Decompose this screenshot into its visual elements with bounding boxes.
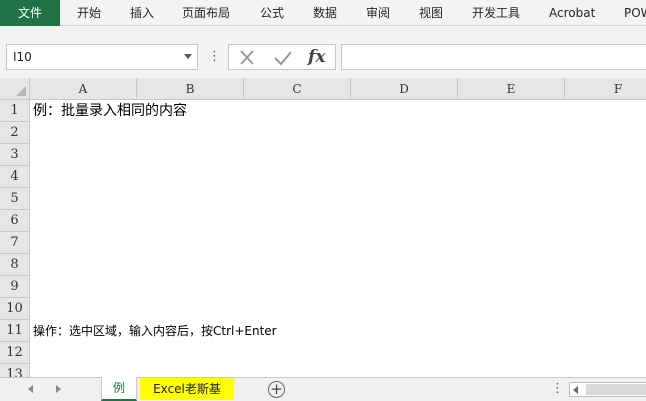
ribbon-tabs: 文件 开始 插入 页面布局 公式 数据 审阅 视图 开发工具 Acrobat P… xyxy=(0,0,646,26)
row-header-12[interactable]: 12 xyxy=(0,342,30,364)
tab-page-layout[interactable]: 页面布局 xyxy=(182,0,230,26)
worksheet-grid[interactable]: A B C D E F 1 2 3 4 5 6 7 8 9 10 11 12 1… xyxy=(0,78,646,377)
scroll-tabs-left-icon[interactable] xyxy=(28,385,33,393)
sheet-tab-excel-laosiji[interactable]: Excel老斯基 xyxy=(140,378,234,400)
row-header-6[interactable]: 6 xyxy=(0,210,30,232)
row-header-8[interactable]: 8 xyxy=(0,254,30,276)
formula-input[interactable] xyxy=(341,44,646,70)
scroll-tabs-right-icon[interactable] xyxy=(56,385,61,393)
row-header-3[interactable]: 3 xyxy=(0,144,30,166)
insert-function-icon[interactable]: fx xyxy=(308,44,325,70)
scrollbar-thumb[interactable] xyxy=(586,384,646,395)
chevron-down-icon[interactable] xyxy=(184,54,192,59)
row-header-9[interactable]: 9 xyxy=(0,276,30,298)
column-header-a[interactable]: A xyxy=(30,78,137,100)
tab-insert[interactable]: 插入 xyxy=(130,0,154,26)
scroll-left-icon[interactable] xyxy=(573,386,578,394)
row-header-1[interactable]: 1 xyxy=(0,100,30,122)
enter-check-icon[interactable] xyxy=(271,47,295,69)
tab-acrobat[interactable]: Acrobat xyxy=(549,0,595,26)
cancel-x-icon[interactable] xyxy=(235,47,259,69)
horizontal-scrollbar[interactable] xyxy=(569,382,646,397)
row-header-7[interactable]: 7 xyxy=(0,232,30,254)
tab-developer[interactable]: 开发工具 xyxy=(472,0,520,26)
row-header-10[interactable]: 10 xyxy=(0,298,30,320)
column-header-f[interactable]: F xyxy=(565,78,646,100)
column-header-e[interactable]: E xyxy=(458,78,565,100)
column-header-b[interactable]: B xyxy=(137,78,244,100)
column-header-c[interactable]: C xyxy=(244,78,351,100)
plus-circle-icon[interactable]: + xyxy=(268,381,285,398)
name-box[interactable]: I10 xyxy=(6,44,198,70)
tab-review[interactable]: 审阅 xyxy=(366,0,390,26)
sheet-tab-bar: 例 Excel老斯基 + ⋮ xyxy=(0,377,646,401)
column-header-d[interactable]: D xyxy=(351,78,458,100)
tab-home[interactable]: 开始 xyxy=(77,0,101,26)
row-header-4[interactable]: 4 xyxy=(0,166,30,188)
row-header-2[interactable]: 2 xyxy=(0,122,30,144)
select-all-corner[interactable] xyxy=(0,78,30,100)
sheet-tab-example[interactable]: 例 xyxy=(101,377,137,401)
row-header-13[interactable]: 13 xyxy=(0,364,30,377)
cell-a1[interactable]: 例：批量录入相同的内容 xyxy=(33,100,187,122)
tab-view[interactable]: 视图 xyxy=(419,0,443,26)
tab-file[interactable]: 文件 xyxy=(0,0,60,26)
cell-a11[interactable]: 操作：选中区域，输入内容后，按Ctrl+Enter xyxy=(33,320,277,342)
tab-formulas[interactable]: 公式 xyxy=(260,0,284,26)
tab-data[interactable]: 数据 xyxy=(313,0,337,26)
row-header-5[interactable]: 5 xyxy=(0,188,30,210)
select-all-triangle-icon xyxy=(16,86,26,96)
tab-split-handle-icon[interactable]: ⋮ xyxy=(551,381,564,396)
more-options-icon[interactable]: ⋮ xyxy=(208,48,221,66)
name-box-value: I10 xyxy=(13,50,32,64)
tab-power[interactable]: POW xyxy=(624,0,646,26)
row-header-11[interactable]: 11 xyxy=(0,320,30,342)
